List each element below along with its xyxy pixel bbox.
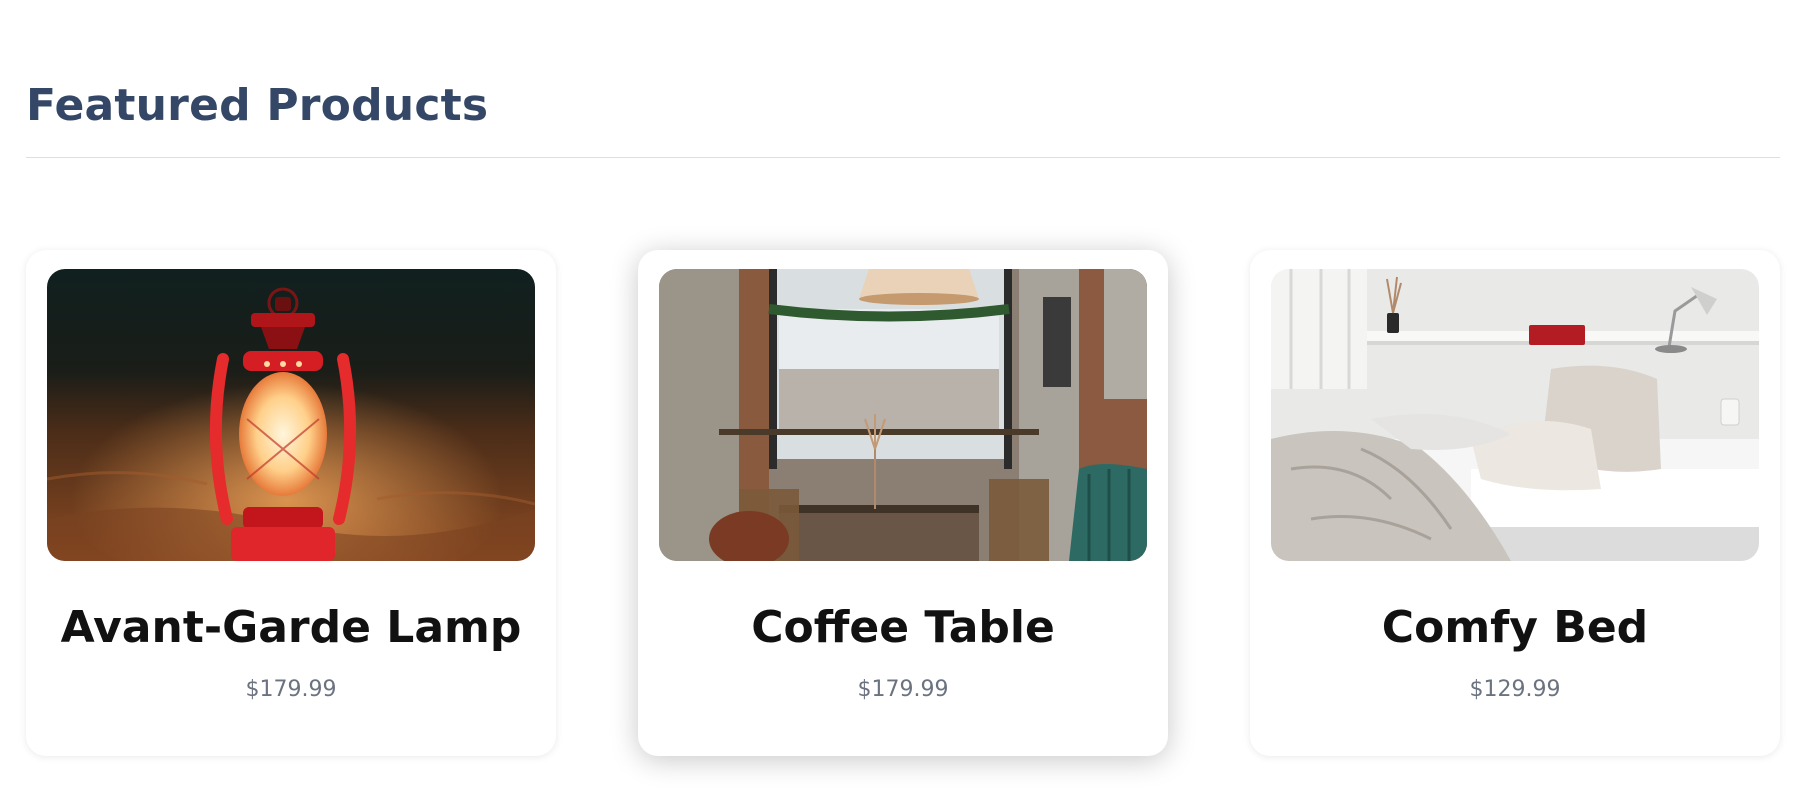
product-card-comfy-bed[interactable]: Comfy Bed $129.99 (1250, 250, 1780, 756)
section-divider (26, 157, 1780, 158)
product-price: $129.99 (1469, 677, 1561, 702)
product-name[interactable]: Avant-Garde Lamp (26, 598, 556, 658)
product-image-coffee-table[interactable] (659, 269, 1147, 561)
product-card-avant-garde-lamp[interactable]: Avant-Garde Lamp $179.99 (26, 250, 556, 756)
product-image-comfy-bed[interactable] (1271, 269, 1759, 561)
product-name[interactable]: Coffee Table (638, 598, 1168, 658)
product-price: $179.99 (857, 677, 949, 702)
featured-products-section: Featured Products Avant-Garde Lamp $179.… (0, 0, 1813, 805)
product-card-coffee-table[interactable]: Coffee Table $179.99 (638, 250, 1168, 756)
product-price: $179.99 (245, 677, 337, 702)
product-name[interactable]: Comfy Bed (1250, 598, 1780, 658)
section-title: Featured Products (26, 80, 489, 131)
product-image-lamp[interactable] (47, 269, 535, 561)
